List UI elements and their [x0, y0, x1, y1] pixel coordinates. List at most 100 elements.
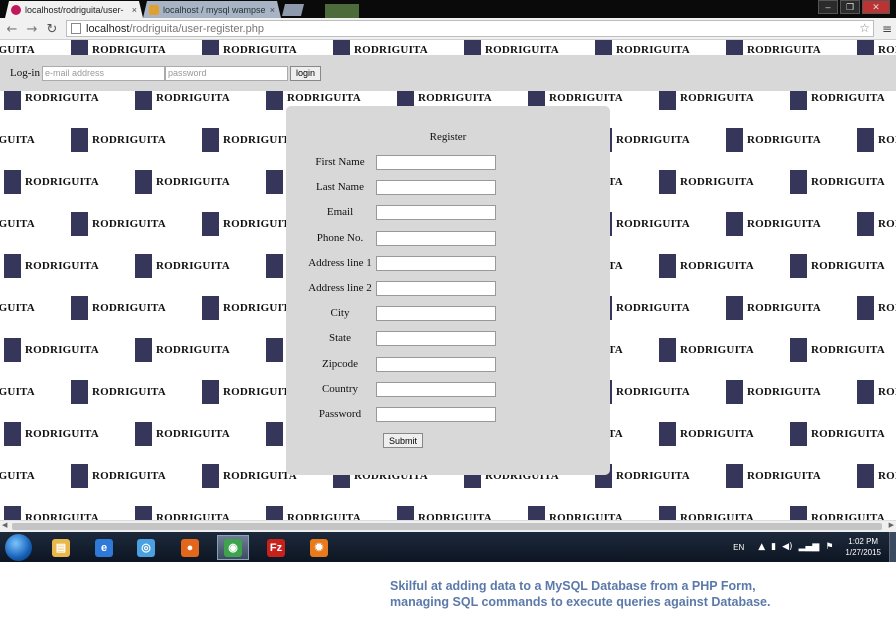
window-controls: – ❐ ✕	[818, 0, 890, 14]
brand-square-icon	[266, 170, 283, 194]
safari-taskbar-button[interactable]: ◎	[130, 535, 162, 560]
page-viewport: RODRIGUITA RODRIGUITA RODRIGUITA RODRIGUITA…	[0, 40, 896, 520]
file-explorer-taskbar-button[interactable]: ▤	[45, 535, 77, 560]
field-label: First Name	[315, 156, 365, 168]
file-explorer-icon: ▤	[52, 538, 70, 557]
brand-square-icon	[790, 254, 807, 278]
show-desktop-button[interactable]	[889, 532, 896, 562]
field-input[interactable]	[376, 281, 496, 296]
brand-text: RODRIGUITA	[25, 428, 99, 440]
brand-logo: RODRIGUITA	[659, 254, 754, 278]
login-password-input[interactable]	[164, 65, 288, 81]
scroll-right-icon[interactable]: ▶	[889, 521, 894, 529]
field-input[interactable]	[376, 205, 496, 221]
brand-logo: RODRIGUITA	[857, 128, 896, 152]
network-icon[interactable]: ▮	[771, 542, 776, 552]
brand-square-icon	[71, 296, 88, 320]
language-indicator[interactable]: EN	[733, 543, 744, 552]
brand-text: RODRIGUITA	[878, 386, 896, 398]
field-input[interactable]	[376, 356, 496, 372]
bookmark-star-icon[interactable]: ☆	[859, 21, 870, 35]
brand-square-icon	[397, 506, 414, 520]
brand-text: RODRIGUITA	[878, 134, 896, 146]
brand-text: RODRIGUITA	[616, 302, 690, 314]
brand-logo: RODRIGUITA	[659, 422, 754, 446]
brand-square-icon	[857, 380, 874, 404]
desktop-thumbnail	[325, 4, 359, 18]
brand-logo: RODRIGUITA	[4, 506, 99, 520]
brand-square-icon	[202, 464, 219, 488]
brand-logo: RODRIGUITA	[726, 128, 821, 152]
brand-text: RODRIGUITA	[25, 92, 99, 104]
field-label: Password	[318, 408, 362, 420]
close-window-button[interactable]: ✕	[862, 0, 890, 14]
scrollbar-thumb[interactable]	[12, 523, 882, 530]
phpmyadmin-favicon-icon	[149, 5, 159, 15]
filezilla-taskbar-button[interactable]: Fz	[260, 535, 292, 560]
brand-text: RODRIGUITA	[878, 302, 896, 314]
field-input[interactable]	[376, 407, 496, 422]
field-input[interactable]	[376, 180, 496, 196]
brand-square-icon	[4, 170, 21, 194]
login-email-input[interactable]	[41, 65, 165, 81]
tab-close-icon[interactable]: ×	[270, 5, 275, 15]
brand-logo: RODRIGUITA	[790, 170, 885, 194]
brand-text: RODRIGUITA	[92, 302, 166, 314]
brand-logo: RODRIGUITA	[135, 254, 230, 278]
brand-text: RODRIGUITA	[878, 470, 896, 482]
tab-phpmyadmin[interactable]: localhost / mysql wampse ×	[143, 1, 281, 18]
system-tray: EN ▲ ▮ ◀) ▂▄▆ ⚑ 1:02 PM 1/27/2015	[733, 532, 896, 562]
horizontal-scrollbar[interactable]: ◀ ▶	[0, 520, 896, 532]
field-input[interactable]	[376, 255, 496, 271]
form-row: Email	[286, 204, 610, 222]
submit-button[interactable]: Submit	[383, 433, 424, 448]
minimize-button[interactable]: –	[818, 0, 838, 14]
field-input[interactable]	[376, 306, 496, 322]
brand-text: RODRIGUITA	[811, 512, 885, 520]
brand-square-icon	[857, 464, 874, 488]
form-row: Password	[286, 406, 610, 424]
login-button[interactable]: login	[289, 65, 321, 81]
back-arrow-icon[interactable]: ←	[4, 21, 20, 37]
volume-icon[interactable]: ◀)	[782, 542, 792, 552]
field-input[interactable]	[376, 381, 496, 397]
clock-time: 1:02 PM	[848, 537, 879, 546]
field-input[interactable]	[376, 230, 496, 246]
clock[interactable]: 1:02 PM 1/27/2015	[845, 536, 881, 558]
chrome-icon: ◉	[224, 538, 242, 557]
forward-arrow-icon[interactable]: →	[24, 21, 40, 37]
brand-logo: RODRIGUITA	[857, 464, 896, 488]
brand-square-icon	[266, 422, 283, 446]
internet-explorer-taskbar-button[interactable]: e	[88, 535, 120, 560]
brand-logo: RODRIGUITA	[202, 212, 297, 236]
firefox-taskbar-button[interactable]: ●	[174, 535, 206, 560]
tab-user-register[interactable]: localhost/rodriguita/user- ×	[5, 1, 143, 18]
favicon-icon	[11, 5, 21, 15]
chrome-taskbar-button[interactable]: ◉	[217, 535, 249, 560]
brand-text: RODRIGUITA	[680, 176, 754, 188]
chrome-menu-icon[interactable]: ≡	[882, 22, 892, 36]
brand-square-icon	[726, 464, 743, 488]
brand-square-icon	[726, 212, 743, 236]
brand-logo: RODRIGUITA	[135, 338, 230, 362]
address-bar[interactable]: localhost/rodriguita/user-register.php ☆	[66, 20, 874, 37]
scroll-left-icon[interactable]: ◀	[2, 521, 7, 529]
clock-date: 1/27/2015	[845, 548, 881, 557]
brand-text: RODRIGUITA	[811, 92, 885, 104]
wamp-taskbar-button[interactable]: ✹	[303, 535, 335, 560]
field-input[interactable]	[376, 155, 496, 170]
tab-close-icon[interactable]: ×	[132, 5, 137, 15]
reload-icon[interactable]: ↻	[44, 21, 60, 37]
signal-icon[interactable]: ▂▄▆	[799, 542, 820, 552]
brand-square-icon	[71, 128, 88, 152]
brand-text: RODRIGUITA	[680, 512, 754, 520]
maximize-button[interactable]: ❐	[840, 0, 860, 14]
start-button[interactable]	[5, 534, 32, 561]
brand-square-icon	[135, 170, 152, 194]
new-tab-button[interactable]	[282, 4, 304, 16]
field-input[interactable]	[376, 331, 496, 347]
show-hidden-icons-icon[interactable]: ▲	[758, 542, 765, 552]
brand-text: RODRIGUITA	[616, 386, 690, 398]
action-center-flag-icon[interactable]: ⚑	[825, 542, 833, 552]
brand-logo: RODRIGUITA	[0, 128, 35, 152]
